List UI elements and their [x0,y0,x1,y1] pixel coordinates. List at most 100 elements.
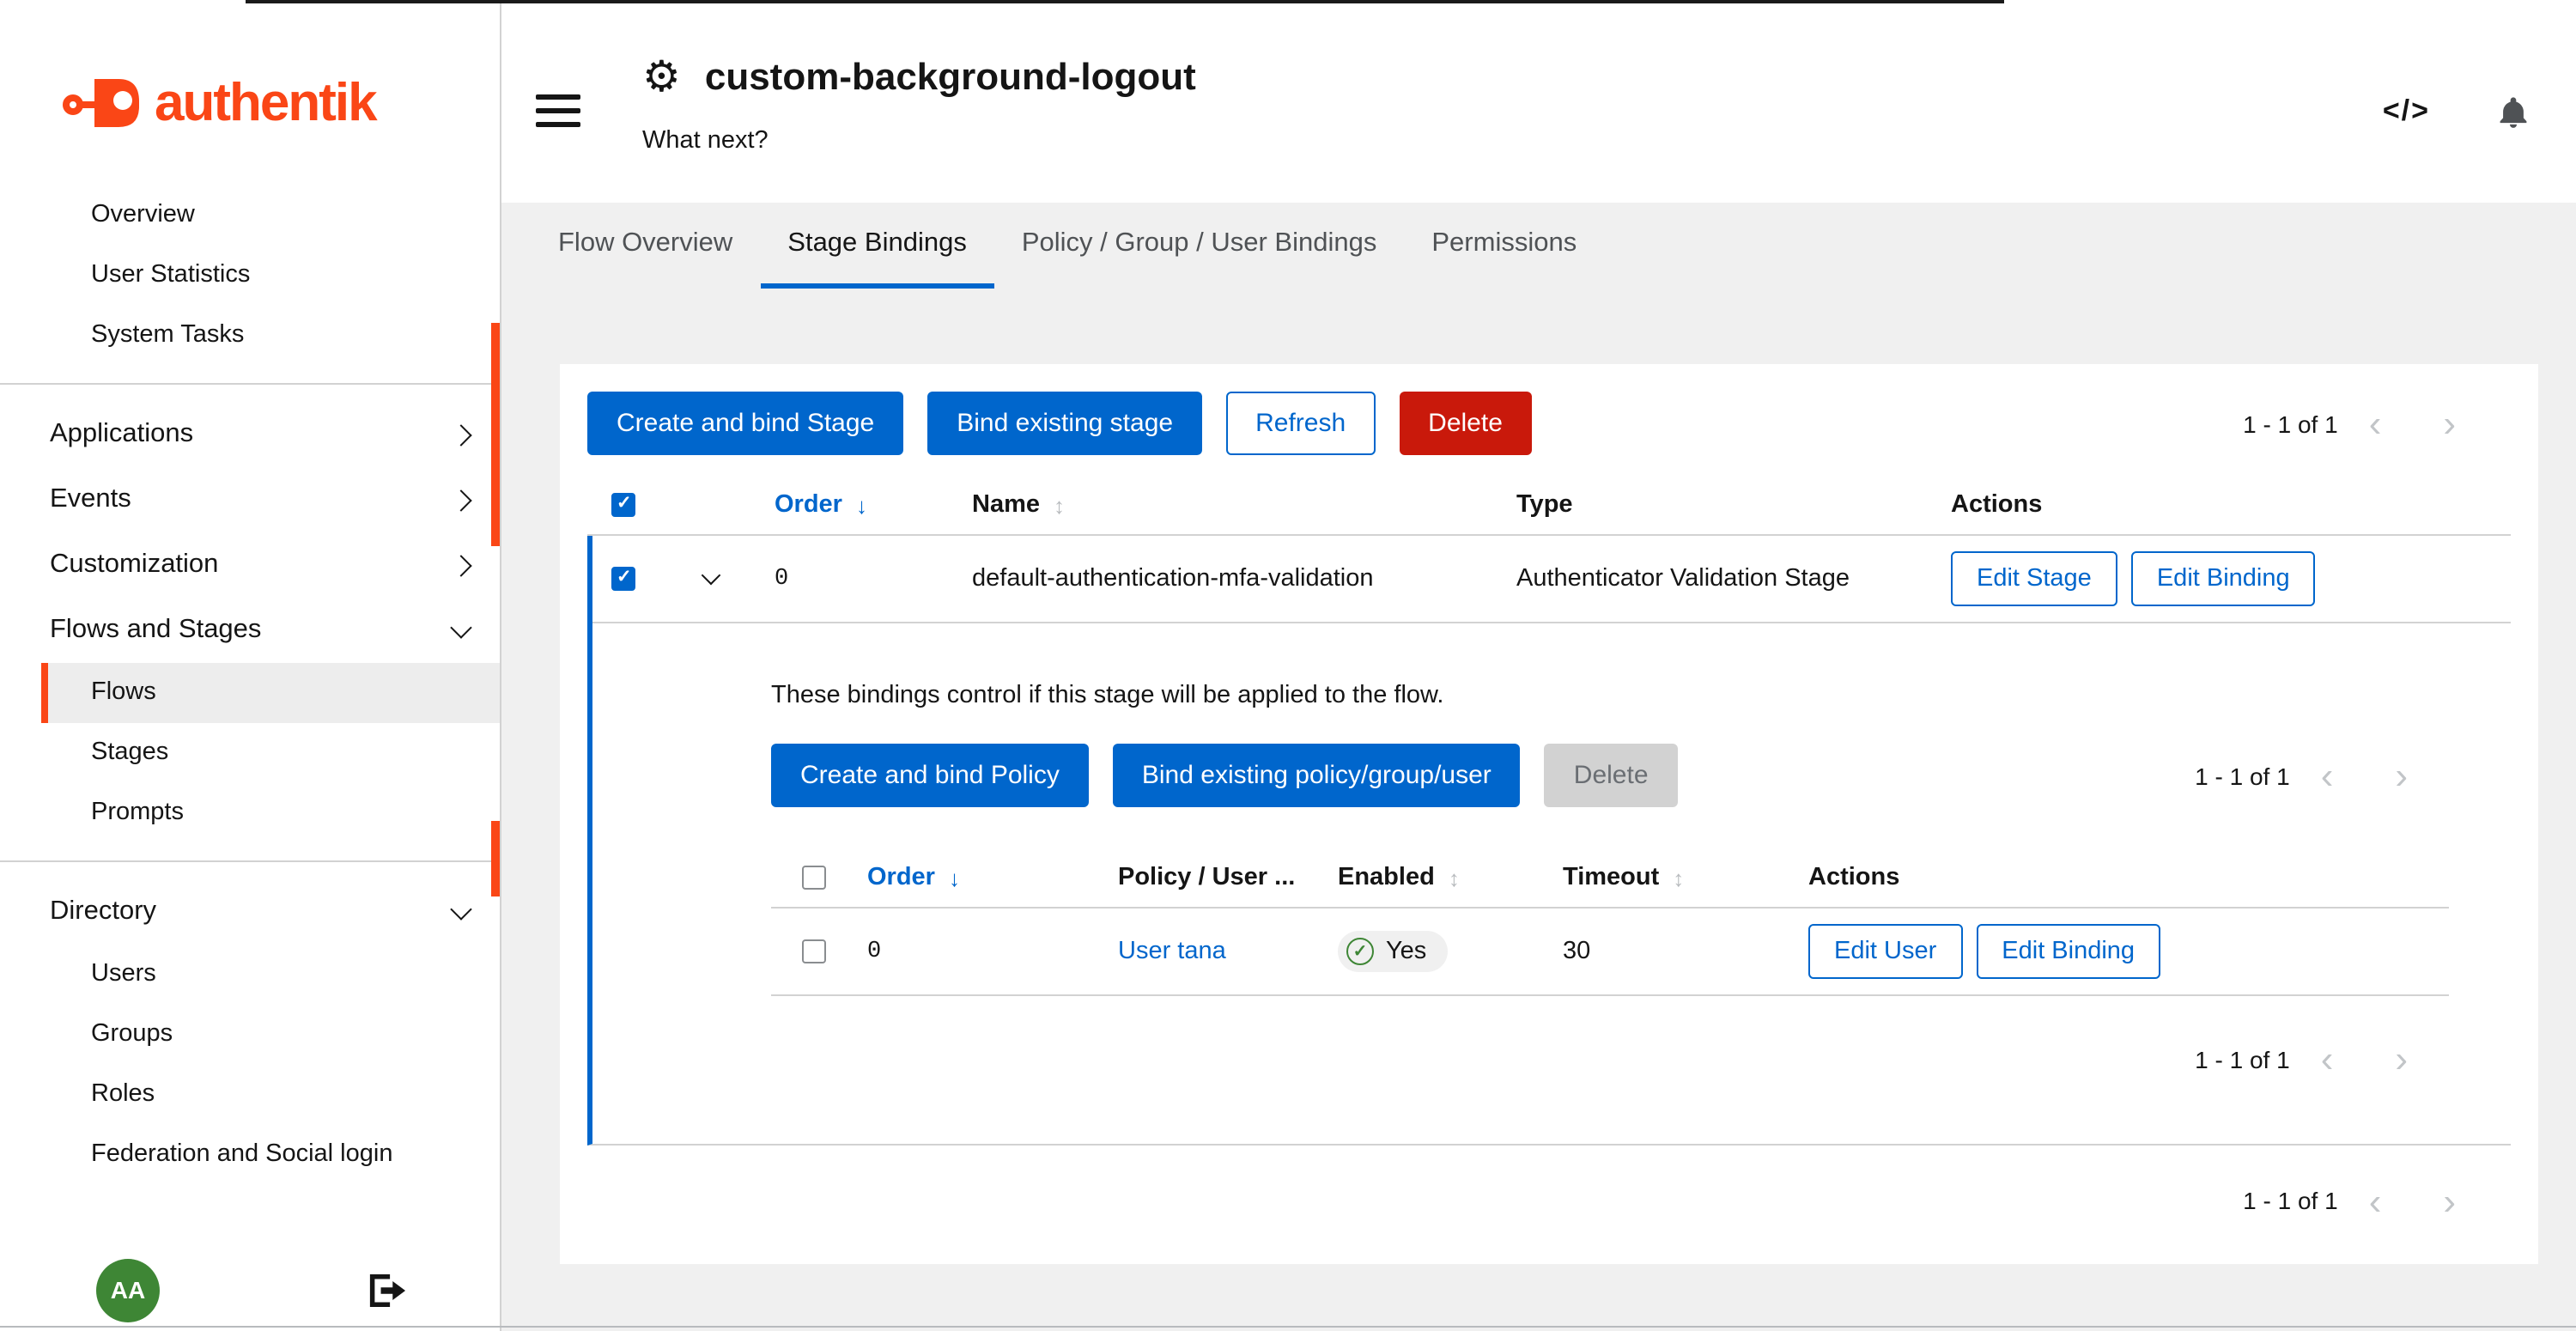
tab-permissions[interactable]: Permissions [1404,203,1604,289]
pagination-prev-icon[interactable]: ‹ [2369,408,2382,438]
column-header-name[interactable]: Name ↕ [953,491,1498,519]
expanded-row-wrapper: 0 default-authentication-mfa-validation … [587,536,2511,1145]
policy-select-all-checkbox[interactable] [802,866,826,890]
row-expander-chevron-icon[interactable] [680,575,756,582]
stage-toolbar: Create and bind Stage Bind existing stag… [587,392,2511,455]
tab-stage-bindings[interactable]: Stage Bindings [760,203,994,289]
column-header-enabled[interactable]: Enabled ↕ [1338,864,1563,891]
authentik-logo-icon [62,69,141,137]
select-all-checkbox[interactable] [611,493,635,517]
window-bottom-edge [0,1326,2576,1328]
bind-existing-policy-group-user-button[interactable]: Bind existing policy/group/user [1113,744,1521,807]
column-header-actions: Actions [1808,864,2449,891]
pagination-next-icon[interactable]: › [2443,1186,2456,1216]
sort-desc-icon: ↓ [949,865,960,890]
flow-stage-icon: ⚙ [642,56,681,99]
sidebar-item-directory[interactable]: Directory [41,879,500,945]
sidebar-item-label: Customization [50,550,218,580]
chevron-right-icon [450,423,471,445]
avatar[interactable]: AA [96,1258,160,1322]
nav-divider [0,383,500,385]
tab-flow-overview[interactable]: Flow Overview [531,203,760,289]
edit-user-button[interactable]: Edit User [1808,924,1962,979]
sidebar-item-system-tasks[interactable]: System Tasks [41,306,500,366]
sort-desc-icon: ↓ [856,492,867,518]
sidebar-item-overview[interactable]: Overview [41,185,500,246]
stage-bindings-card: Create and bind Stage Bind existing stag… [560,364,2538,1264]
tab-policy-group-user-bindings[interactable]: Policy / Group / User Bindings [994,203,1405,289]
enabled-status-badge: ✓ Yes [1338,931,1447,972]
create-and-bind-stage-button[interactable]: Create and bind Stage [587,392,903,455]
pagination-next-icon[interactable]: › [2395,760,2408,790]
sort-both-icon: ↕ [1673,865,1684,890]
chevron-right-icon [450,489,471,510]
sidebar-item-user-statistics[interactable]: User Statistics [41,246,500,306]
sidebar-item-users[interactable]: Users [41,945,500,1005]
sidebar-item-label: Applications [50,419,193,450]
sidebar-item-federation-social-login[interactable]: Federation and Social login [41,1125,500,1185]
pagination-prev-icon[interactable]: ‹ [2369,1186,2382,1216]
policy-pagination-top: 1 - 1 of 1 ‹ › [2195,760,2408,790]
chevron-down-icon [450,897,471,919]
api-code-icon[interactable]: </> [2383,94,2430,129]
delete-policy-binding-button[interactable]: Delete [1545,744,1678,807]
policy-timeout-cell: 30 [1563,938,1808,965]
chevron-down-icon [450,616,471,637]
tab-bar: Flow Overview Stage Bindings Policy / Gr… [501,203,2576,289]
edit-binding-button[interactable]: Edit Binding [1976,924,2160,979]
policy-user-link[interactable]: User tana [1118,938,1338,965]
stage-order-cell: 0 [756,566,953,592]
page-title: custom-background-logout [705,52,1196,103]
sidebar-item-applications[interactable]: Applications [41,402,500,467]
column-header-timeout[interactable]: Timeout ↕ [1563,864,1808,891]
sidebar-item-groups[interactable]: Groups [41,1005,500,1065]
edit-binding-button[interactable]: Edit Binding [2131,551,2316,606]
edit-stage-button[interactable]: Edit Stage [1951,551,2117,606]
content-area: Create and bind Stage Bind existing stag… [501,289,2576,1264]
policy-toolbar: Create and bind Policy Bind existing pol… [771,744,2449,807]
sidebar-item-roles[interactable]: Roles [41,1065,500,1125]
row-checkbox[interactable] [611,567,635,591]
header-icons: </> [2383,93,2531,131]
notifications-bell-icon[interactable] [2495,93,2531,131]
authentik-logo[interactable]: authentik [0,0,500,137]
logout-icon[interactable] [369,1273,407,1306]
policy-table-header: Order ↓ Policy / User ... Enabled ↕ [771,848,2449,909]
refresh-button[interactable]: Refresh [1226,392,1375,455]
logo-wordmark: authentik [155,72,376,134]
sidebar-scrollbar-thumb[interactable] [491,821,500,896]
policy-enabled-cell: ✓ Yes [1338,931,1563,972]
create-and-bind-policy-button[interactable]: Create and bind Policy [771,744,1089,807]
column-header-type: Type [1498,491,1932,519]
pagination-prev-icon[interactable]: ‹ [2321,1044,2334,1074]
bind-existing-stage-button[interactable]: Bind existing stage [927,392,1202,455]
sidebar-item-flows[interactable]: Flows [41,663,500,723]
policy-binding-row[interactable]: 0 User tana ✓ Yes 30 Edit User [771,909,2449,996]
row-checkbox[interactable] [802,939,826,963]
sidebar-item-prompts[interactable]: Prompts [41,783,500,843]
pagination-next-icon[interactable]: › [2395,1044,2408,1074]
column-header-order[interactable]: Order ↓ [756,491,953,519]
sidebar-item-label: Directory [50,896,156,927]
delete-stage-binding-button[interactable]: Delete [1399,392,1532,455]
stage-pagination-bottom: 1 - 1 of 1 ‹ › [2243,1186,2456,1216]
check-circle-icon: ✓ [1346,938,1374,965]
menu-toggle-icon[interactable] [536,94,580,136]
sidebar-item-stages[interactable]: Stages [41,723,500,783]
pagination-next-icon[interactable]: › [2443,408,2456,438]
page-subtitle: What next? [642,127,1196,155]
policy-order-cell: 0 [867,939,1118,964]
column-header-order[interactable]: Order ↓ [867,864,1118,891]
sidebar-item-events[interactable]: Events [41,467,500,532]
sidebar-item-flows-and-stages[interactable]: Flows and Stages [41,598,500,663]
sidebar-item-customization[interactable]: Customization [41,532,500,598]
pagination-label: 1 - 1 of 1 [2195,1046,2290,1073]
window-top-edge [246,0,2004,3]
sort-both-icon: ↕ [1054,492,1065,518]
stage-binding-row[interactable]: 0 default-authentication-mfa-validation … [592,536,2511,623]
pagination-prev-icon[interactable]: ‹ [2321,760,2334,790]
policy-pagination-bottom: 1 - 1 of 1 ‹ › [2195,1044,2408,1074]
sidebar-item-label: Events [50,484,131,515]
sidebar: authentik Overview User Statistics Syste… [0,0,501,1331]
sidebar-scrollbar-thumb[interactable] [491,323,500,546]
